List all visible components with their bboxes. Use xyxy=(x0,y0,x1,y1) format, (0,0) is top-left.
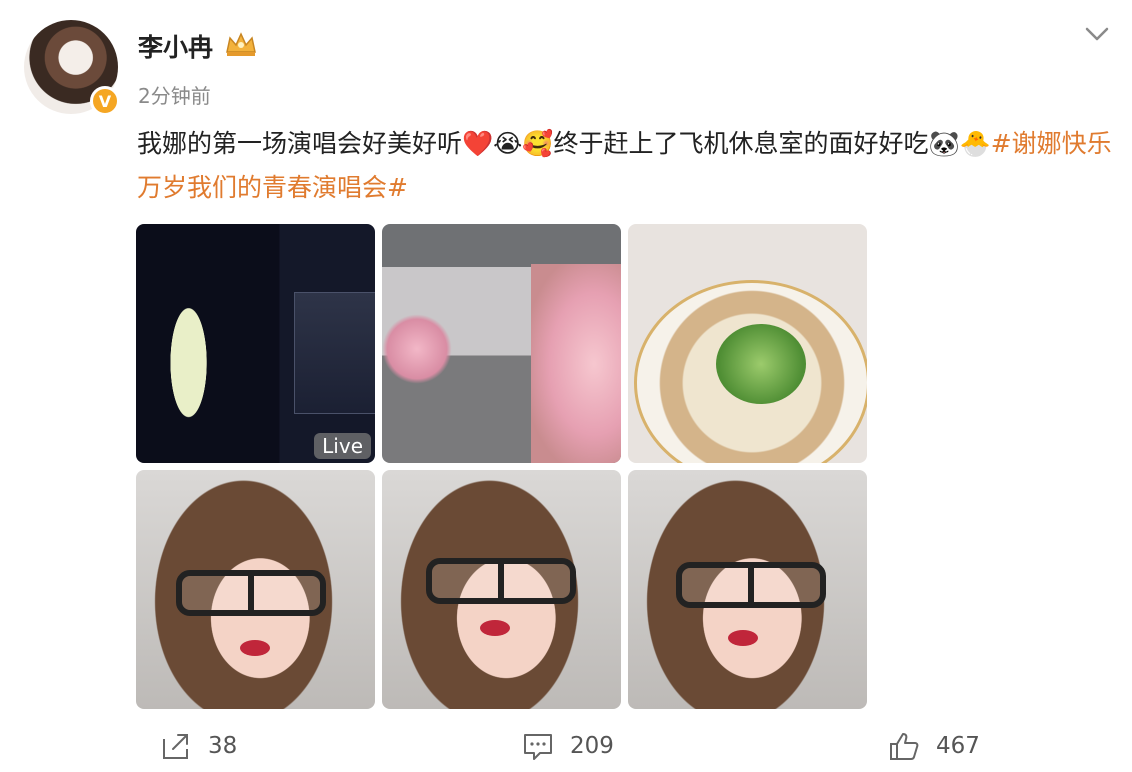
flower-arrangement xyxy=(382,314,452,384)
live-badge: Live xyxy=(314,433,371,459)
like-icon xyxy=(890,733,919,760)
post-timestamp: 2分钟前 xyxy=(138,84,211,108)
vegetables xyxy=(716,324,806,404)
stage-monitor xyxy=(294,292,375,414)
lips xyxy=(728,630,758,646)
lips xyxy=(480,620,510,636)
chevron-down-icon[interactable] xyxy=(1084,24,1110,44)
glasses xyxy=(176,570,326,616)
like-count: 467 xyxy=(936,733,980,759)
verified-badge: V xyxy=(90,86,120,116)
selfie-eating-photo-1[interactable] xyxy=(136,470,375,709)
selfie-eating-photo-3[interactable] xyxy=(628,470,867,709)
comment-icon xyxy=(524,734,552,760)
noodle-bowl-photo[interactable] xyxy=(628,224,867,463)
share-button[interactable]: 38 xyxy=(160,730,237,762)
crown-icon xyxy=(226,32,256,56)
glasses xyxy=(426,558,576,604)
concert-stage-photo[interactable]: Live xyxy=(136,224,375,463)
comment-count: 209 xyxy=(570,733,614,759)
flower-hallway-photo[interactable] xyxy=(382,224,621,463)
photo-grid: Live xyxy=(136,224,868,710)
share-icon xyxy=(163,734,188,759)
like-button[interactable]: 467 xyxy=(888,730,980,762)
lips xyxy=(240,640,270,656)
glasses xyxy=(676,562,826,608)
selfie-eating-photo-2[interactable] xyxy=(382,470,621,709)
post-text: 我娜的第一场演唱会好美好听❤️😭🥰终于赶上了飞机休息室的面好好吃🐼🐣#谢娜快乐万… xyxy=(137,122,1122,210)
share-count: 38 xyxy=(208,733,238,759)
flower-arrangement xyxy=(531,264,621,463)
comment-button[interactable]: 209 xyxy=(522,730,614,762)
post-body-text: 我娜的第一场演唱会好美好听❤️😭🥰终于赶上了飞机休息室的面好好吃🐼🐣 xyxy=(137,129,991,158)
username[interactable]: 李小冉 xyxy=(138,28,213,64)
